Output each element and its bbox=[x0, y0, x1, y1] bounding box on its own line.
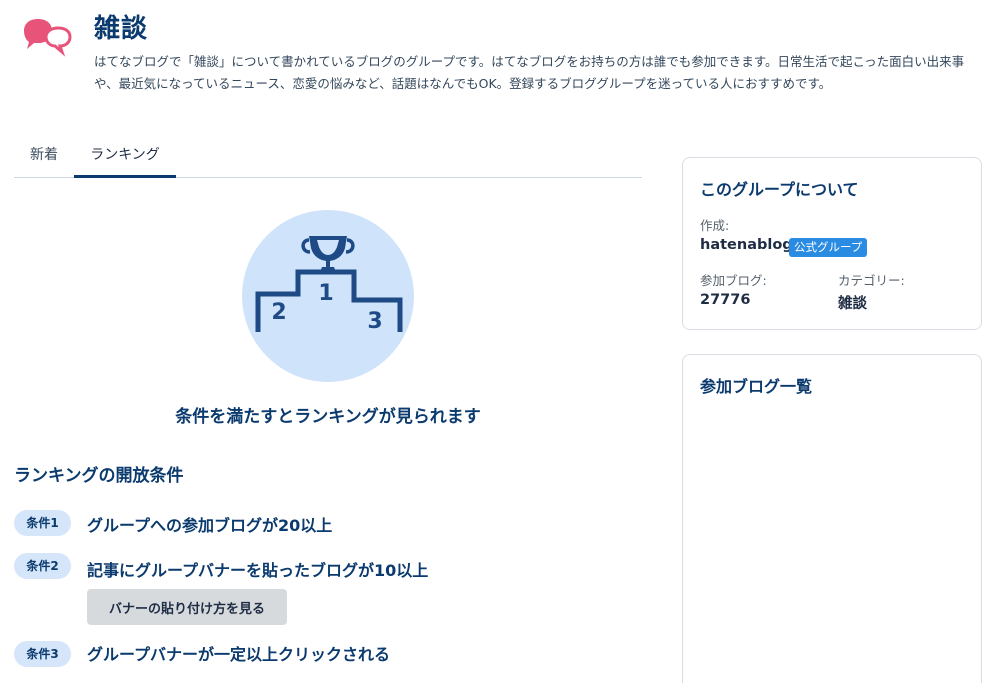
podium-trophy-icon: 1 2 3 bbox=[242, 210, 414, 382]
member-blogs-card: 参加ブログ一覧 bbox=[682, 354, 982, 683]
podium-label-1: 1 bbox=[318, 281, 333, 306]
podium-label-3: 3 bbox=[367, 309, 382, 334]
about-title: このグループについて bbox=[700, 180, 859, 199]
group-page: 雑談 はてなブログで「雑談」について書かれているブログのグループです。はてなブロ… bbox=[0, 0, 1001, 683]
blogs-count-label: 参加ブログ: bbox=[700, 273, 767, 288]
podium-label-2: 2 bbox=[271, 300, 286, 325]
tab-new[interactable]: 新着 bbox=[14, 140, 74, 178]
condition-badge-3: 条件3 bbox=[14, 641, 71, 667]
group-title: 雑談 bbox=[94, 14, 149, 44]
condition-text-3: グループバナーが一定以上クリックされる bbox=[87, 645, 391, 664]
condition-text-1: グループへの参加ブログが20以上 bbox=[87, 516, 333, 535]
group-description: はてなブログで「雑談」について書かれているブログのグループです。はてなブログをお… bbox=[94, 54, 965, 91]
ranking-locked-notice: 条件を満たすとランキングが見られます bbox=[175, 407, 481, 427]
blogs-count-value: 27776 bbox=[700, 292, 751, 308]
category-link[interactable]: 雑談 bbox=[838, 292, 867, 313]
banner-howto-button[interactable]: バナーの貼り付け方を見る bbox=[87, 589, 287, 625]
official-group-badge: 公式グループ bbox=[789, 238, 868, 257]
condition-badge-1: 条件1 bbox=[14, 510, 71, 536]
conditions-heading: ランキングの開放条件 bbox=[14, 466, 184, 486]
group-about-card: このグループについて 作成: hatenablog 公式グループ 参加ブログ: … bbox=[682, 157, 982, 330]
condition-text-2: 記事にグループバナーを貼ったブログが10以上 bbox=[87, 561, 429, 580]
creator-label: 作成: bbox=[700, 218, 730, 233]
tab-bar: 新着 ランキング bbox=[14, 140, 642, 178]
creator-link[interactable]: hatenablog bbox=[700, 237, 793, 253]
chat-bubbles-icon bbox=[24, 19, 72, 57]
condition-badge-2: 条件2 bbox=[14, 553, 71, 579]
member-blogs-title: 参加ブログ一覧 bbox=[700, 377, 813, 396]
tab-ranking[interactable]: ランキング bbox=[74, 140, 176, 178]
category-label: カテゴリー: bbox=[838, 273, 905, 288]
